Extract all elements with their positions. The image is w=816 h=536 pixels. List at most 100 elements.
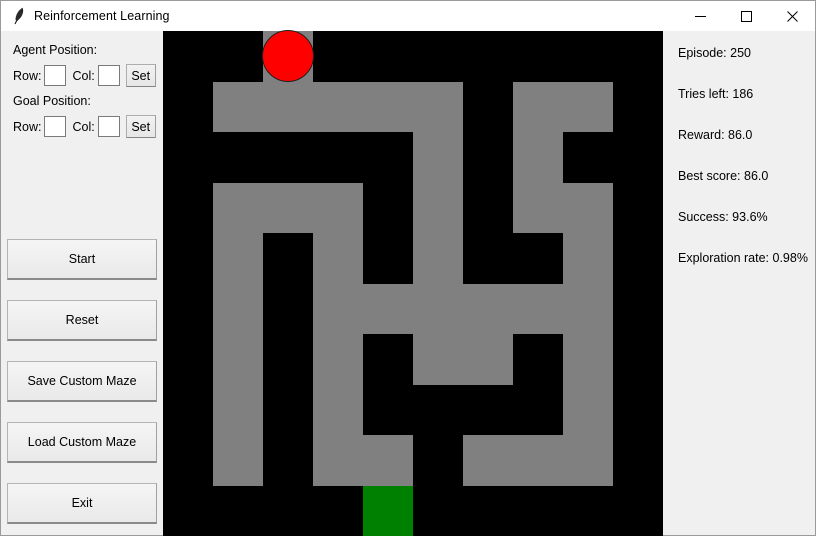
minimize-button[interactable]: [677, 1, 723, 31]
maze-cell-wall[interactable]: [163, 334, 213, 385]
maze-cell-path[interactable]: [313, 334, 363, 385]
maze-cell-path[interactable]: [513, 435, 563, 486]
maze-cell-wall[interactable]: [613, 283, 663, 334]
maze-cell-wall[interactable]: [413, 485, 463, 536]
maze-cell-path[interactable]: [413, 132, 463, 183]
maze-cell-wall[interactable]: [163, 283, 213, 334]
goal-row-input[interactable]: [44, 116, 67, 137]
maze-cell-wall[interactable]: [213, 132, 263, 183]
maze-cell-wall[interactable]: [413, 435, 463, 486]
maze-cell-wall[interactable]: [613, 31, 663, 82]
maze-cell-wall[interactable]: [263, 435, 313, 486]
maze-cell-wall[interactable]: [163, 233, 213, 284]
maze-cell-wall[interactable]: [613, 182, 663, 233]
maze-cell-wall[interactable]: [613, 435, 663, 486]
maze-cell-wall[interactable]: [613, 132, 663, 183]
maze-cell-wall[interactable]: [613, 384, 663, 435]
maze-cell-wall[interactable]: [313, 485, 363, 536]
save-custom-maze-button[interactable]: Save Custom Maze: [7, 361, 157, 402]
maze-cell-wall[interactable]: [313, 31, 363, 82]
maze-cell-path[interactable]: [363, 283, 413, 334]
maze-cell-wall[interactable]: [263, 334, 313, 385]
maze-cell-path[interactable]: [213, 182, 263, 233]
maze-cell-wall[interactable]: [563, 485, 613, 536]
maze-cell-wall[interactable]: [363, 31, 413, 82]
maze-cell-path[interactable]: [413, 182, 463, 233]
reset-button[interactable]: Reset: [7, 300, 157, 341]
goal-col-input[interactable]: [97, 116, 120, 137]
maze-cell-wall[interactable]: [463, 384, 513, 435]
maze-cell-path[interactable]: [563, 334, 613, 385]
maze-cell-wall[interactable]: [463, 233, 513, 284]
maze-canvas[interactable]: [163, 30, 663, 536]
maze-cell-path[interactable]: [463, 283, 513, 334]
maze-cell-path[interactable]: [563, 81, 613, 132]
agent-row-input[interactable]: [44, 65, 67, 86]
agent-col-input[interactable]: [97, 65, 120, 86]
maze-cell-wall[interactable]: [263, 485, 313, 536]
maze-cell-path[interactable]: [513, 182, 563, 233]
maze-cell-wall[interactable]: [613, 233, 663, 284]
maze-cell-path[interactable]: [363, 81, 413, 132]
maze-cell-path[interactable]: [263, 81, 313, 132]
maze-cell-path[interactable]: [563, 233, 613, 284]
maze-cell-wall[interactable]: [363, 384, 413, 435]
maze-cell-wall[interactable]: [463, 31, 513, 82]
load-custom-maze-button[interactable]: Load Custom Maze: [7, 422, 157, 463]
maze-cell-wall[interactable]: [263, 384, 313, 435]
maze-cell-wall[interactable]: [563, 132, 613, 183]
maze-cell-wall[interactable]: [363, 233, 413, 284]
maze-cell-wall[interactable]: [513, 384, 563, 435]
maze-cell-goal[interactable]: [363, 485, 413, 536]
maze-cell-path[interactable]: [513, 283, 563, 334]
maze-cell-wall[interactable]: [613, 334, 663, 385]
maze-cell-path[interactable]: [313, 182, 363, 233]
maze-cell-path[interactable]: [413, 81, 463, 132]
set-goal-position-button[interactable]: Set: [125, 115, 156, 138]
maze-cell-wall[interactable]: [263, 132, 313, 183]
maze-cell-wall[interactable]: [163, 182, 213, 233]
maze-cell-path[interactable]: [263, 31, 313, 82]
maze-cell-wall[interactable]: [413, 384, 463, 435]
maze-cell-path[interactable]: [263, 182, 313, 233]
maze-cell-path[interactable]: [563, 435, 613, 486]
maze-cell-path[interactable]: [313, 81, 363, 132]
maze-cell-wall[interactable]: [213, 485, 263, 536]
maze-cell-path[interactable]: [363, 435, 413, 486]
maze-cell-path[interactable]: [513, 132, 563, 183]
maze-cell-wall[interactable]: [613, 81, 663, 132]
set-agent-position-button[interactable]: Set: [125, 64, 156, 87]
maze-cell-path[interactable]: [313, 435, 363, 486]
exit-button[interactable]: Exit: [7, 483, 157, 524]
maze-cell-wall[interactable]: [513, 31, 563, 82]
maze-cell-wall[interactable]: [613, 485, 663, 536]
maze-cell-path[interactable]: [563, 384, 613, 435]
maze-cell-wall[interactable]: [163, 31, 213, 82]
maze-cell-wall[interactable]: [363, 334, 413, 385]
maze-cell-wall[interactable]: [163, 81, 213, 132]
maze-cell-path[interactable]: [213, 81, 263, 132]
maze-cell-path[interactable]: [213, 233, 263, 284]
maze-cell-wall[interactable]: [263, 283, 313, 334]
maze-cell-path[interactable]: [413, 334, 463, 385]
maze-cell-path[interactable]: [463, 334, 513, 385]
maze-cell-wall[interactable]: [163, 435, 213, 486]
maze-cell-path[interactable]: [413, 233, 463, 284]
maze-cell-wall[interactable]: [463, 132, 513, 183]
maze-cell-path[interactable]: [313, 233, 363, 284]
start-button[interactable]: Start: [7, 239, 157, 280]
maze-cell-wall[interactable]: [513, 334, 563, 385]
maze-cell-wall[interactable]: [513, 485, 563, 536]
maze-cell-wall[interactable]: [213, 31, 263, 82]
maze-cell-path[interactable]: [313, 384, 363, 435]
maze-cell-path[interactable]: [213, 384, 263, 435]
maze-cell-path[interactable]: [413, 283, 463, 334]
maze-cell-path[interactable]: [213, 435, 263, 486]
maze-cell-wall[interactable]: [413, 31, 463, 82]
maze-cell-wall[interactable]: [163, 132, 213, 183]
maze-cell-path[interactable]: [563, 182, 613, 233]
maze-cell-path[interactable]: [213, 283, 263, 334]
maze-cell-wall[interactable]: [463, 485, 513, 536]
maze-cell-wall[interactable]: [163, 485, 213, 536]
maze-cell-wall[interactable]: [163, 384, 213, 435]
